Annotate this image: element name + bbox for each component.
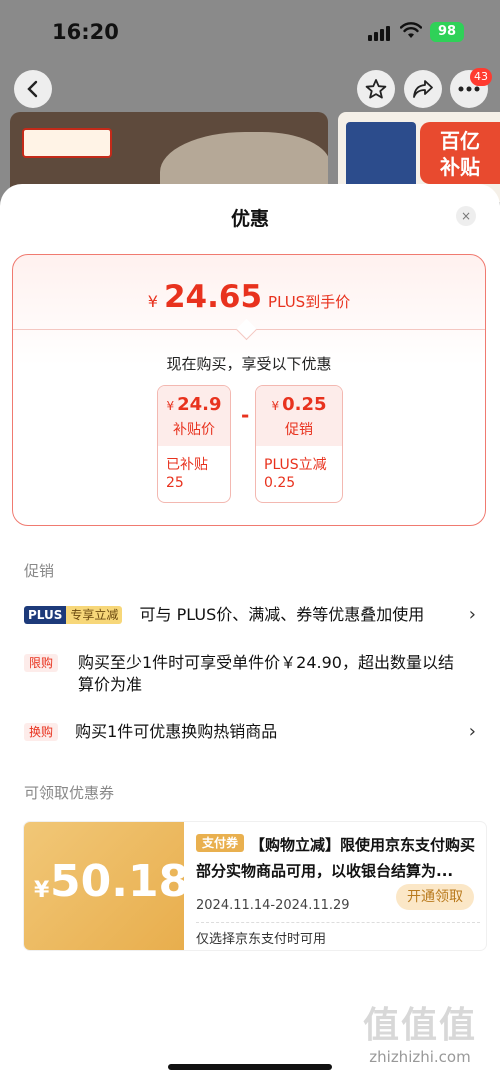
chevron-right-icon: › bbox=[468, 721, 476, 742]
battery-indicator: 98 bbox=[430, 22, 464, 42]
promotion-detail-label: PLUS立减 bbox=[264, 457, 327, 473]
coupon-note: 仅选择京东支付时可用 bbox=[196, 932, 327, 947]
final-price: 24.65 bbox=[163, 279, 263, 315]
status-time: 16:20 bbox=[52, 20, 119, 44]
back-button[interactable] bbox=[14, 70, 52, 108]
promotion-label: 促销 bbox=[285, 422, 313, 438]
sheet-title: 优惠 bbox=[230, 208, 269, 230]
divider-notch bbox=[235, 318, 258, 341]
limit-tag: 限购 bbox=[24, 654, 59, 672]
plus-exclusive-tag: PLUS 专享立减 bbox=[24, 606, 123, 624]
notification-badge: 43 bbox=[470, 68, 492, 86]
final-price-label: PLUS到手价 bbox=[268, 293, 351, 311]
wifi-icon bbox=[400, 22, 422, 38]
payment-coupon-tag: 支付券 bbox=[196, 834, 245, 852]
more-dots-icon bbox=[458, 86, 480, 92]
promo-row-plus[interactable]: PLUS 专享立减 可与 PLUS价、满减、券等优惠叠加使用 › bbox=[24, 604, 484, 626]
exchange-tag: 换购 bbox=[24, 723, 59, 741]
subsidy-price-value: 24.9 bbox=[177, 394, 222, 415]
star-icon bbox=[365, 79, 387, 99]
promotions-heading: 促销 bbox=[24, 562, 55, 580]
discount-sheet: 优惠 × ¥ 24.65 PLUS到手价 现在购买，享受以下优惠 ¥24.9 补… bbox=[0, 184, 500, 1082]
home-indicator[interactable] bbox=[168, 1064, 332, 1070]
coupon-date-range: 2024.11.14-2024.11.29 bbox=[196, 898, 350, 913]
minus-sign: - bbox=[241, 403, 250, 427]
share-button[interactable] bbox=[404, 70, 442, 108]
package-image bbox=[346, 122, 416, 192]
watermark-logo: 值值值 bbox=[362, 1005, 477, 1046]
chevron-right-icon: › bbox=[468, 604, 476, 625]
coupon-card: ¥ 50.18 支付券 【购物立减】限使用京东支付购买部分实物商品可用，以收银台结… bbox=[24, 822, 486, 950]
plus-tag-label: PLUS bbox=[24, 606, 67, 624]
promotion-detail-value: 0.25 bbox=[264, 475, 296, 491]
coupon-value-panel: ¥ 50.18 bbox=[24, 822, 189, 950]
currency-symbol: ¥ bbox=[271, 399, 280, 413]
currency-symbol: ¥ bbox=[147, 292, 158, 311]
promo-text: 购买至少1件时可享受单件价￥24.90，超出数量以结算价为准 bbox=[78, 653, 454, 694]
promotion-card: ¥0.25 促销 PLUS立减 0.25 bbox=[255, 385, 343, 503]
promo-text: 可与 PLUS价、满减、券等优惠叠加使用 bbox=[139, 605, 425, 624]
coupon-details: 支付券 【购物立减】限使用京东支付购买部分实物商品可用，以收银台结算为... 20… bbox=[196, 832, 480, 947]
subsidy-tag: 百亿 补贴 bbox=[420, 122, 500, 184]
watermark-url: zhizhizhi.com bbox=[369, 1048, 471, 1066]
discount-subtitle: 现在购买，享受以下优惠 bbox=[166, 355, 332, 373]
promotion-value: 0.25 bbox=[282, 394, 327, 415]
brand-logo bbox=[22, 128, 112, 158]
final-price-line: ¥ 24.65 PLUS到手价 bbox=[13, 279, 485, 315]
subsidy-price-card: ¥24.9 补贴价 已补贴 25 bbox=[157, 385, 231, 503]
cellular-signal-icon bbox=[368, 26, 390, 41]
coupon-separator bbox=[196, 922, 480, 923]
promo-row-limit: 限购 购买至少1件时可享受单件价￥24.90，超出数量以结算价为准 bbox=[24, 652, 484, 696]
share-icon bbox=[413, 80, 433, 98]
subsidy-detail-label: 已补贴 bbox=[166, 457, 208, 473]
currency-symbol: ¥ bbox=[166, 399, 175, 413]
subsidy-price-label: 补贴价 bbox=[173, 422, 215, 438]
claim-coupon-button[interactable]: 开通领取 bbox=[396, 884, 474, 910]
promo-text: 购买1件可优惠换购热销商品 bbox=[75, 722, 278, 741]
exclusive-discount-tag: 专享立减 bbox=[66, 606, 123, 624]
coupons-heading: 可领取优惠券 bbox=[24, 784, 115, 802]
promo-row-exchange[interactable]: 换购 购买1件可优惠换购热销商品 › bbox=[24, 721, 484, 743]
subsidy-detail-value: 25 bbox=[166, 475, 184, 491]
chevron-left-icon bbox=[27, 80, 38, 98]
coupon-value: 50.18 bbox=[50, 856, 190, 907]
currency-symbol: ¥ bbox=[34, 878, 50, 903]
status-bar: 16:20 98 bbox=[0, 0, 500, 60]
close-button[interactable]: × bbox=[456, 206, 476, 226]
watermark: 值值值 zhizhizhi.com bbox=[350, 996, 490, 1066]
favorite-button[interactable] bbox=[357, 70, 395, 108]
price-summary-card: ¥ 24.65 PLUS到手价 现在购买，享受以下优惠 ¥24.9 补贴价 已补… bbox=[12, 254, 486, 526]
